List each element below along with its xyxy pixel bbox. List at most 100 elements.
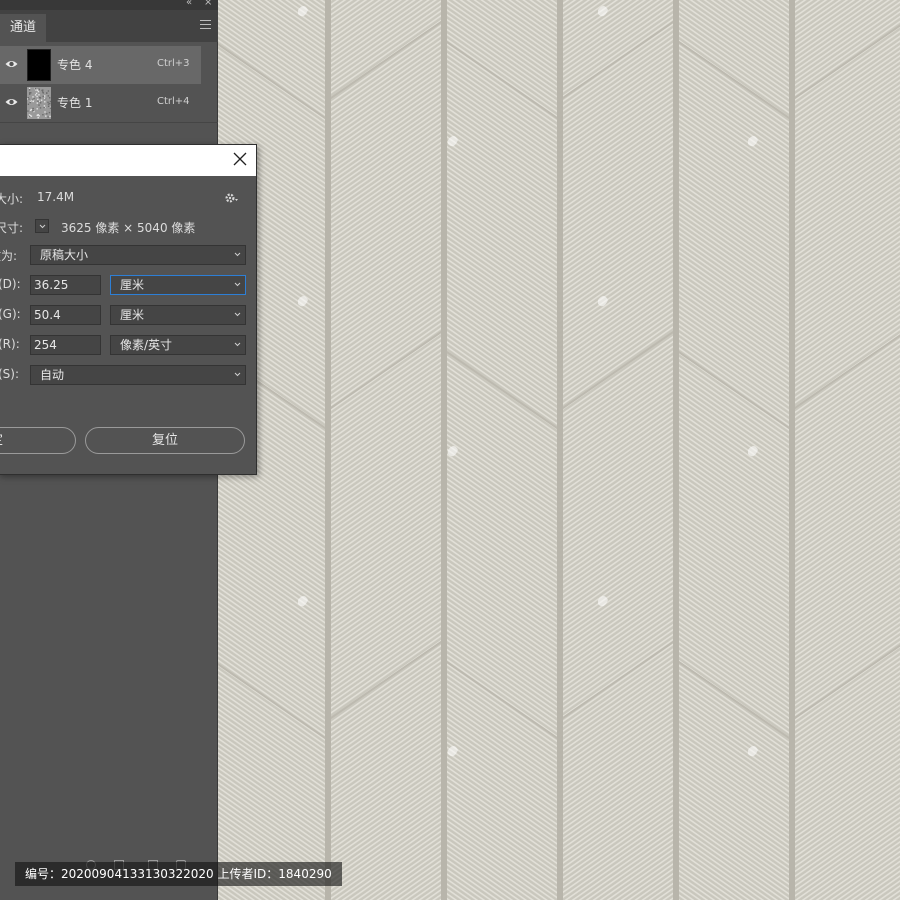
thumbnail-noise: [45, 115, 47, 117]
texture-stripe: [441, 0, 447, 900]
height-input[interactable]: 50.4: [30, 305, 101, 325]
eye-icon[interactable]: [5, 97, 18, 107]
thumbnail-noise: [35, 92, 38, 95]
reset-button[interactable]: 复位: [85, 427, 245, 454]
thumbnail-noise: [37, 90, 40, 93]
thumbnail-noise: [27, 97, 29, 99]
thumbnail-noise: [35, 89, 37, 91]
resolution-input[interactable]: 254: [30, 335, 101, 355]
thumbnail-noise: [36, 95, 38, 98]
thumbnail-noise: [38, 115, 40, 117]
channel-row-spot4[interactable]: 专色 4 Ctrl+3: [0, 46, 201, 84]
width-label: (D):: [0, 277, 21, 291]
thumbnail-noise: [44, 97, 46, 99]
thumbnail-noise: [32, 107, 34, 110]
thumbnail-noise: [34, 87, 36, 90]
gear-icon[interactable]: [224, 191, 238, 205]
fit-to-label: 缩放为:: [0, 249, 18, 263]
chevron-down-icon: [234, 282, 241, 287]
texture-stripe: [789, 0, 795, 900]
texture-column: [328, 0, 444, 900]
fit-to-select[interactable]: 原稿大小: [30, 245, 246, 265]
thumbnail-noise: [28, 87, 31, 90]
texture-stripe: [673, 0, 679, 900]
thumbnail-noise: [28, 89, 31, 91]
resolution-unit-value: 像素/英寸: [120, 338, 173, 352]
close-icon[interactable]: [233, 152, 247, 166]
resample-value: 自动: [40, 368, 65, 382]
thumbnail-noise: [47, 101, 49, 103]
thumbnail-noise: [29, 92, 31, 94]
chevron-down-icon: [39, 224, 46, 229]
thumbnail-noise: [28, 98, 30, 100]
chevron-down-icon: [234, 252, 241, 257]
thumbnail-noise: [37, 100, 39, 102]
thumbnail-noise: [42, 95, 44, 98]
chevron-down-icon: [234, 372, 241, 377]
fit-to-value: 原稿大小: [40, 248, 89, 262]
thumbnail-noise: [49, 115, 51, 118]
panel-tab-row: 通道: [0, 10, 218, 42]
texture-stripe: [325, 0, 331, 900]
thumbnail-noise: [49, 107, 51, 109]
width-input[interactable]: 36.25: [30, 275, 101, 295]
texture-column: [676, 0, 792, 900]
thumbnail-noise: [38, 94, 40, 96]
size-value: 17.4M: [37, 190, 75, 204]
thumbnail-noise: [32, 96, 34, 98]
height-unit-value: 厘米: [120, 308, 145, 322]
channel-name: 专色 1: [57, 96, 93, 110]
dimensions-dropdown[interactable]: [35, 219, 49, 233]
thumbnail-noise: [44, 111, 46, 113]
thumbnail-noise: [41, 89, 43, 92]
resample-label: (S):: [0, 367, 20, 381]
thumbnail-noise: [32, 99, 34, 101]
ok-button[interactable]: 定: [0, 427, 76, 454]
document-canvas[interactable]: [218, 0, 900, 900]
channel-thumbnail: [27, 87, 51, 119]
channel-shortcut: Ctrl+3: [157, 58, 190, 69]
channel-row-spot1[interactable]: 专色 1 Ctrl+4: [0, 84, 201, 122]
channel-thumbnail: [27, 49, 51, 81]
close-icon[interactable]: ×: [204, 0, 212, 8]
dialog-titlebar: [0, 145, 256, 176]
thumbnail-noise: [27, 110, 29, 112]
thumbnail-noise: [43, 105, 46, 107]
thumbnail-noise: [49, 97, 51, 99]
texture-column: [560, 0, 676, 900]
dimensions-label: 尺寸:: [0, 221, 24, 235]
thumbnail-noise: [39, 102, 42, 104]
thumbnail-noise: [39, 107, 42, 109]
thumbnail-noise: [44, 101, 46, 103]
thumbnail-noise: [48, 111, 51, 114]
collapse-icon[interactable]: «: [186, 0, 192, 8]
eye-icon[interactable]: [5, 59, 18, 69]
watermark-info-bar: 编号：20200904133130322020 上传者ID：1840290: [15, 862, 342, 886]
resolution-label: (R):: [0, 337, 20, 351]
thumbnail-noise: [30, 115, 33, 117]
thumbnail-noise: [32, 100, 34, 103]
thumbnail-noise: [49, 100, 51, 103]
thumbnail-noise: [47, 90, 50, 92]
size-label: 大小:: [0, 192, 24, 206]
height-unit-select[interactable]: 厘米: [110, 305, 246, 325]
height-label: (G):: [0, 307, 21, 321]
thumbnail-noise: [38, 104, 40, 106]
thumbnail-noise: [46, 92, 48, 94]
panel-menu-icon[interactable]: [200, 20, 211, 29]
width-unit-select[interactable]: 厘米: [110, 275, 246, 295]
tab-channels[interactable]: 通道: [0, 14, 46, 42]
thumbnail-noise: [43, 106, 45, 109]
chevron-down-icon: [234, 342, 241, 347]
thumbnail-noise: [49, 102, 51, 105]
resolution-unit-select[interactable]: 像素/英寸: [110, 335, 246, 355]
thumbnail-noise: [46, 113, 48, 115]
dimensions-value: 3625 像素 × 5040 像素: [61, 221, 196, 235]
thumbnail-noise: [39, 96, 41, 99]
thumbnail-noise: [47, 116, 49, 118]
thumbnail-noise: [47, 103, 50, 105]
thumbnail-noise: [37, 117, 39, 119]
resample-select[interactable]: 自动: [30, 365, 246, 385]
thumbnail-noise: [44, 95, 46, 97]
thumbnail-noise: [34, 94, 37, 96]
